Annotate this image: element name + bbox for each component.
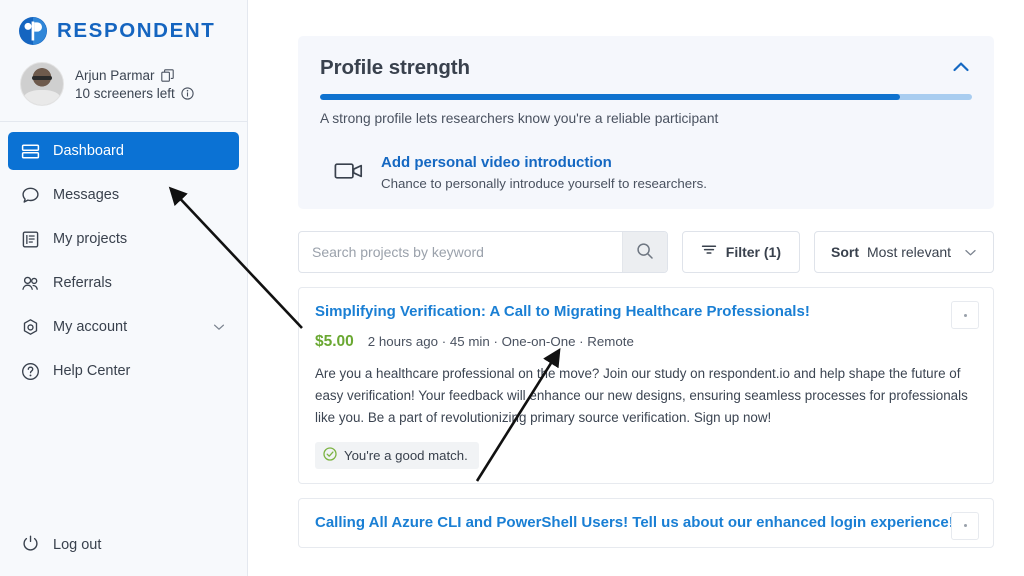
sidebar-item-referrals[interactable]: Referrals	[8, 264, 239, 302]
sidebar-item-label: Messages	[53, 187, 120, 203]
status-badge: You're a good match.	[315, 441, 479, 469]
logout-label: Log out	[53, 537, 102, 553]
kebab-dot	[963, 524, 967, 528]
check-circle-icon	[323, 446, 337, 464]
document-icon	[21, 230, 40, 249]
profile-strength-subtitle: A strong profile lets researchers know y…	[320, 111, 719, 126]
sidebar-item-label: My account	[53, 319, 128, 335]
search-icon	[636, 242, 654, 263]
logout-button[interactable]: Log out	[8, 528, 114, 562]
search-input[interactable]	[299, 232, 622, 272]
sidebar-item-dashboard[interactable]: Dashboard	[8, 132, 239, 170]
video-camera-icon	[334, 159, 364, 183]
dashboard-icon	[21, 142, 40, 161]
project-card[interactable]: Calling All Azure CLI and PowerShell Use…	[298, 497, 994, 548]
settings-hex-icon	[21, 318, 40, 337]
add-video-subtitle: Chance to personally introduce yourself …	[381, 176, 707, 191]
sort-label: Sort	[831, 244, 859, 260]
filter-button[interactable]: Filter (1)	[681, 231, 800, 273]
sidebar: RESPONDENT Arjun Parmar 10 screeners lef…	[0, 0, 248, 576]
sidebar-item-my-account[interactable]: My account	[8, 308, 239, 346]
info-icon[interactable]	[181, 86, 194, 100]
sort-dropdown[interactable]: Sort Most relevant	[814, 231, 994, 273]
sidebar-item-label: Referrals	[53, 275, 112, 291]
project-description: Are you a healthcare professional on the…	[315, 366, 968, 426]
add-video-title[interactable]: Add personal video introduction	[381, 154, 707, 171]
brand-name: RESPONDENT	[57, 18, 216, 42]
chevron-down-icon[interactable]	[213, 321, 225, 333]
sidebar-item-label: Dashboard	[53, 143, 124, 159]
chevron-up-icon[interactable]	[950, 56, 972, 78]
profile-strength-card: Profile strength A strong profile lets r…	[298, 36, 994, 209]
chat-bubble-icon	[21, 186, 40, 205]
avatar	[20, 62, 64, 106]
search-button[interactable]	[621, 232, 667, 272]
profile-strength-progress	[320, 94, 972, 100]
sidebar-item-my-projects[interactable]: My projects	[8, 220, 239, 258]
filter-funnel-icon	[701, 243, 717, 262]
user-profile-row[interactable]: Arjun Parmar 10 screeners left	[0, 48, 247, 106]
sidebar-item-messages[interactable]: Messages	[8, 176, 239, 214]
main-content: Profile strength A strong profile lets r…	[248, 0, 1024, 576]
add-video-text: Add personal video introduction Chance t…	[381, 154, 707, 191]
user-name-line: Arjun Parmar	[75, 68, 194, 83]
chevron-down-icon[interactable]	[964, 246, 977, 259]
sidebar-item-label: Help Center	[53, 363, 131, 379]
app-root: RESPONDENT Arjun Parmar 10 screeners lef…	[0, 0, 1024, 576]
sidebar-item-help-center[interactable]: Help Center	[8, 352, 239, 390]
project-meta: 2 hours ago · 45 min · One-on-One · Remo…	[367, 334, 634, 350]
kebab-menu-icon[interactable]	[951, 511, 979, 540]
sort-value: Most relevant	[867, 244, 952, 260]
page-title: Profile strength	[320, 56, 470, 79]
sidebar-item-label: My projects	[53, 231, 128, 247]
copy-icon[interactable]	[160, 68, 174, 82]
sidebar-nav: Dashboard Messages My projects Referrals…	[0, 122, 247, 390]
question-circle-icon	[21, 362, 40, 381]
screeners-line: 10 screeners left	[75, 86, 194, 101]
brand-logo[interactable]: RESPONDENT	[0, 0, 247, 48]
project-title[interactable]: Calling All Azure CLI and PowerShell Use…	[315, 513, 965, 533]
screeners-count: 10 screeners left	[75, 85, 175, 101]
people-icon	[21, 274, 40, 293]
profile-strength-progress-fill	[320, 94, 901, 100]
power-icon	[21, 534, 40, 557]
filter-label: Filter (1)	[725, 244, 781, 260]
status-badge-label: You're a good match.	[344, 447, 468, 463]
add-video-task[interactable]: Add personal video introduction Chance t…	[320, 154, 972, 191]
project-card[interactable]: Simplifying Verification: A Call to Migr…	[298, 287, 994, 484]
project-price: $5.00	[315, 333, 354, 351]
profile-strength-header: Profile strength	[320, 56, 972, 80]
project-meta-row: $5.00 2 hours ago · 45 min · One-on-One …	[315, 333, 975, 351]
user-meta: Arjun Parmar 10 screeners left	[75, 68, 194, 101]
user-name: Arjun Parmar	[75, 67, 155, 83]
kebab-dot	[963, 313, 967, 317]
respondent-logo-icon	[18, 16, 48, 46]
project-title[interactable]: Simplifying Verification: A Call to Migr…	[315, 302, 965, 322]
kebab-menu-icon[interactable]	[951, 301, 979, 329]
projects-toolbar: Filter (1) Sort Most relevant	[298, 231, 994, 273]
search-box[interactable]	[298, 231, 668, 273]
